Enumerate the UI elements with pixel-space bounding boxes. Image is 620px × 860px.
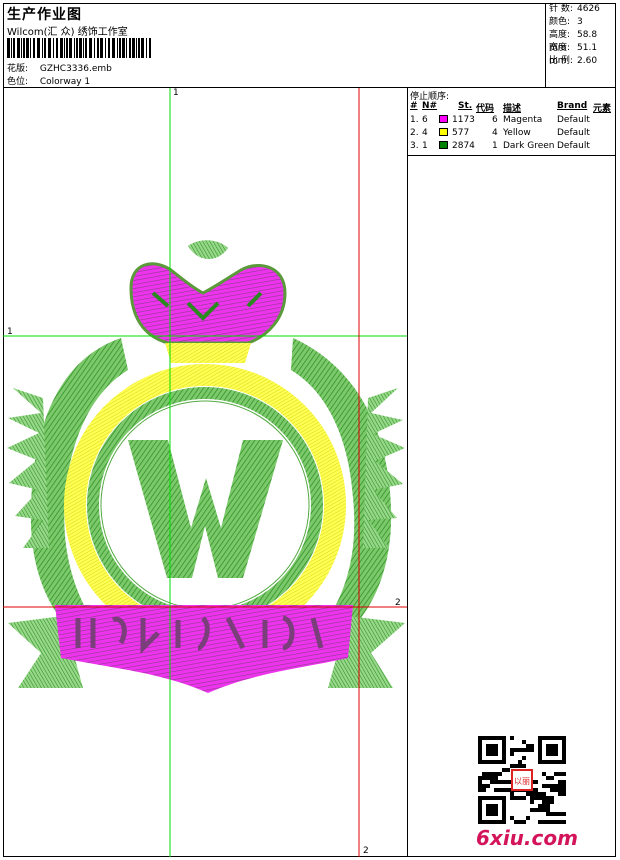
green-marker-top: 1 xyxy=(173,88,179,98)
cell-brand: Default xyxy=(557,141,590,151)
barcode xyxy=(7,38,151,58)
crown xyxy=(129,262,287,345)
studio-name: Wilcom(汇 众) 绣饰工作室 xyxy=(7,27,128,38)
page-title: 生产作业图 xyxy=(7,7,82,23)
cell-needle: 6 xyxy=(422,115,428,125)
colorway-label: 色位: xyxy=(7,77,29,87)
cell-code: 4 xyxy=(492,128,498,138)
stop-sequence-header: # N# St. 代码 描述 Brand 元素 xyxy=(410,101,612,114)
color-swatch xyxy=(439,141,448,149)
crown-band xyxy=(165,343,251,363)
stop-sequence-panel: 停止顺序: # N# St. 代码 描述 Brand 元素 1. 6 1173 6 Ma… xyxy=(408,88,616,156)
cell-index: 2. xyxy=(410,128,419,138)
green-marker-left: 1 xyxy=(7,327,13,337)
stop-sequence-row[interactable]: 2. 4 577 4 Yellow Default xyxy=(408,128,616,140)
left-fringe xyxy=(7,388,49,548)
crown-top-leaf xyxy=(188,240,228,260)
monogram-w xyxy=(128,440,283,578)
red-marker-bottom: 2 xyxy=(363,846,369,856)
cell-description: Yellow xyxy=(503,128,531,138)
cell-brand: Default xyxy=(557,115,590,125)
cell-description: Dark Green xyxy=(503,141,555,151)
design-file-name: GZHC3336.emb xyxy=(39,64,112,74)
stop-sequence-row[interactable]: 1. 6 1173 6 Magenta Default xyxy=(408,115,616,127)
cell-needle: 4 xyxy=(422,128,428,138)
colorway-row: 色位: Colorway 1 xyxy=(7,74,90,87)
color-swatch xyxy=(439,115,448,123)
cell-index: 1. xyxy=(410,115,419,125)
design-file-row: 花版: GZHC3336.emb xyxy=(7,61,112,74)
site-watermark: 6xiu.com xyxy=(476,826,578,850)
header-info: 生产作业图 Wilcom(汇 众) 绣饰工作室 花版: GZHC3336.emb… xyxy=(3,3,546,87)
cell-stitches: 1173 xyxy=(452,115,475,125)
stat-colors: 颜色: 3 xyxy=(549,17,583,27)
cell-index: 3. xyxy=(410,141,419,151)
red-marker-right: 2 xyxy=(395,598,401,608)
embroidery-artwork xyxy=(3,88,407,857)
colorway-value: Colorway 1 xyxy=(39,77,91,87)
qr-code[interactable]: 以丽 xyxy=(478,736,566,824)
cell-stitches: 2874 xyxy=(452,141,475,151)
stat-width: 宽度: 51.1 mm xyxy=(549,43,598,66)
stats-panel: 针 数: 4626 颜色: 3 高度: 58.8 mm 宽度: 51.1 mm 比 例:… xyxy=(549,3,615,68)
cell-stitches: 577 xyxy=(452,128,470,138)
cell-code: 6 xyxy=(492,115,498,125)
header: 生产作业图 Wilcom(汇 众) 绣饰工作室 花版: GZHC3336.emb… xyxy=(3,3,616,88)
cell-needle: 1 xyxy=(422,141,428,151)
design-canvas[interactable]: 1 1 2 2 xyxy=(3,88,408,857)
cell-brand: Default xyxy=(557,128,590,138)
color-swatch xyxy=(439,128,448,136)
stat-height: 高度: 58.8 mm xyxy=(549,30,598,53)
stat-stitches: 针 数: 4626 xyxy=(549,4,600,14)
qr-logo-text: 以丽 xyxy=(514,777,530,786)
design-label: 花版: xyxy=(7,64,29,74)
cell-description: Magenta xyxy=(503,115,543,125)
stop-sequence-row[interactable]: 3. 1 2874 1 Dark Green Default xyxy=(408,141,616,153)
stat-scale: 比 例: 2.60 xyxy=(549,56,598,66)
cell-code: 1 xyxy=(492,141,498,151)
